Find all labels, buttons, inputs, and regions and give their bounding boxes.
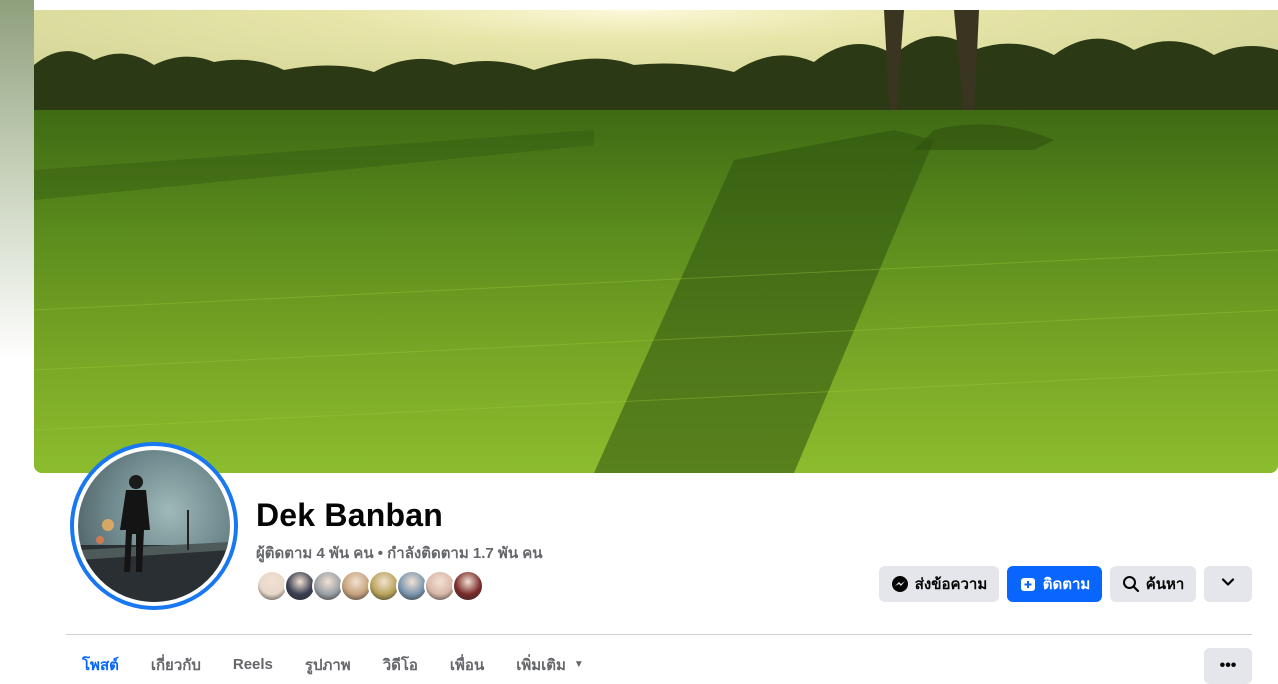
profile-divider bbox=[66, 634, 1252, 635]
friend-avatars bbox=[256, 570, 484, 602]
top-strip bbox=[0, 0, 1278, 10]
tab-posts[interactable]: โพสต์ bbox=[66, 648, 135, 681]
profile-tabs: โพสต์ เกี่ยวกับ Reels รูปภาพ วิดีโอ เพื่… bbox=[66, 648, 600, 681]
follow-button-label: ติดตาม bbox=[1042, 576, 1091, 593]
follow-icon bbox=[1019, 575, 1037, 593]
profile-avatar[interactable] bbox=[70, 442, 238, 610]
search-button-label: ค้นหา bbox=[1145, 576, 1185, 593]
tab-videos[interactable]: วิดีโอ bbox=[367, 648, 434, 681]
tab-about[interactable]: เกี่ยวกับ bbox=[135, 648, 217, 681]
search-button[interactable]: ค้นหา bbox=[1110, 566, 1196, 602]
chevron-down-icon bbox=[1221, 575, 1235, 593]
search-icon bbox=[1122, 575, 1140, 593]
tab-more[interactable]: เพิ่มเติม ▼ bbox=[500, 648, 600, 681]
tab-more-label: เพิ่มเติม bbox=[516, 656, 566, 674]
cover-photo[interactable] bbox=[34, 10, 1278, 473]
left-edge-background bbox=[0, 0, 34, 360]
cover-photo-scene bbox=[34, 10, 1278, 473]
more-horizontal-icon: ••• bbox=[1219, 657, 1237, 674]
profile-options-button[interactable] bbox=[1204, 566, 1252, 602]
follow-button[interactable]: ติดตาม bbox=[1007, 566, 1102, 602]
tab-friends[interactable]: เพื่อน bbox=[434, 648, 500, 681]
tab-photos[interactable]: รูปภาพ bbox=[289, 648, 367, 681]
follower-stats[interactable]: ผู้ติดตาม 4 พัน คน • กำลังติดตาม 1.7 พัน… bbox=[256, 541, 543, 565]
caret-down-icon: ▼ bbox=[573, 659, 584, 670]
profile-photo bbox=[78, 450, 230, 602]
friend-avatar[interactable] bbox=[452, 570, 484, 602]
messenger-icon bbox=[891, 575, 909, 593]
profile-name: Dek Banban bbox=[256, 497, 443, 533]
message-button-label: ส่งข้อความ bbox=[914, 576, 988, 593]
message-button[interactable]: ส่งข้อความ bbox=[879, 566, 999, 602]
tabs-menu-button[interactable]: ••• bbox=[1204, 648, 1252, 684]
tab-reels[interactable]: Reels bbox=[217, 648, 289, 681]
profile-photo-scene bbox=[78, 475, 230, 602]
